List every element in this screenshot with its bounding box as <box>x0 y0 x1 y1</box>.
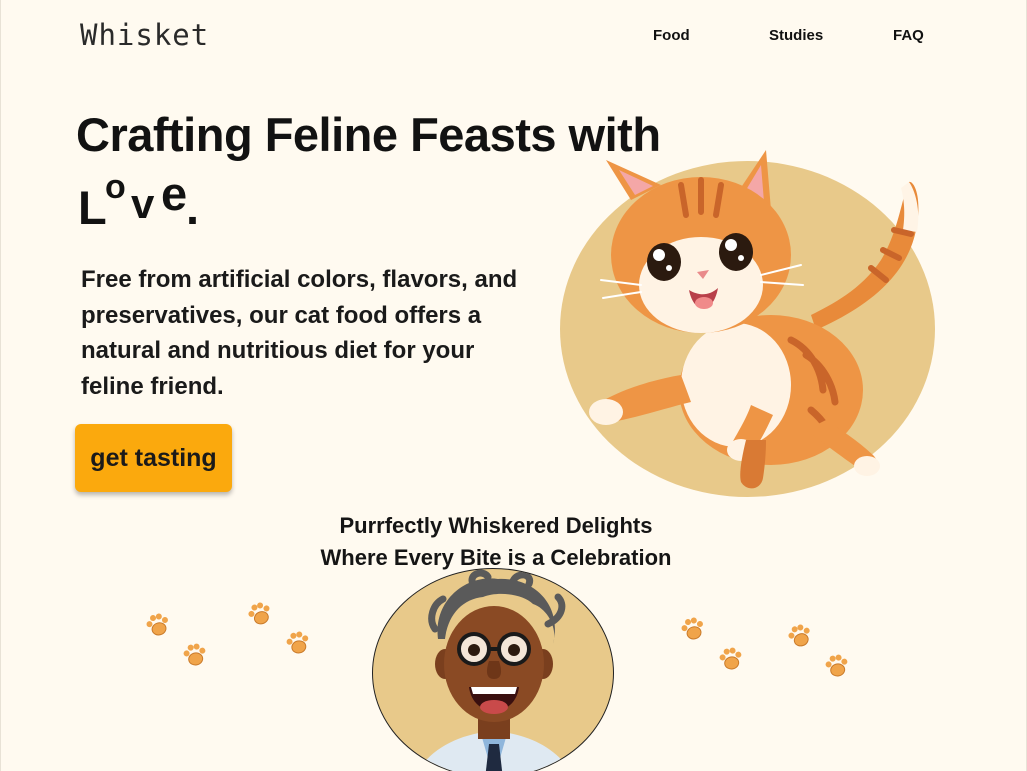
paw-print-icon <box>286 631 309 654</box>
brand-logo[interactable]: Whisket <box>80 18 209 52</box>
scientist-illustration <box>417 569 571 771</box>
paw-print-icon <box>825 654 848 677</box>
paw-print-icon <box>146 613 168 636</box>
tagline-line-1: Purrfectly Whiskered Delights <box>339 513 653 538</box>
love-letter-period: . <box>186 181 200 234</box>
love-letter-l: L <box>78 181 107 234</box>
nav-link-food[interactable]: Food <box>653 27 690 44</box>
love-letter-v: v <box>131 180 155 227</box>
paw-print-icon <box>183 643 206 666</box>
scientist-backdrop-circle <box>372 568 614 771</box>
nav-link-studies[interactable]: Studies <box>769 27 823 44</box>
paw-print-icon <box>681 617 703 640</box>
page: Whisket Food Studies FAQ Crafting Feline… <box>0 0 1027 771</box>
kitten-illustration <box>589 150 919 489</box>
love-letter-e: e <box>161 167 188 220</box>
paw-print-icon <box>788 624 810 647</box>
love-letter-o: o <box>105 168 126 206</box>
hero-description: Free from artificial colors, flavors, an… <box>81 266 518 400</box>
paw-print-icon <box>248 602 270 625</box>
paw-print-icon <box>719 647 742 670</box>
get-tasting-button[interactable]: get tasting <box>75 424 232 492</box>
nav-link-faq[interactable]: FAQ <box>893 27 924 44</box>
